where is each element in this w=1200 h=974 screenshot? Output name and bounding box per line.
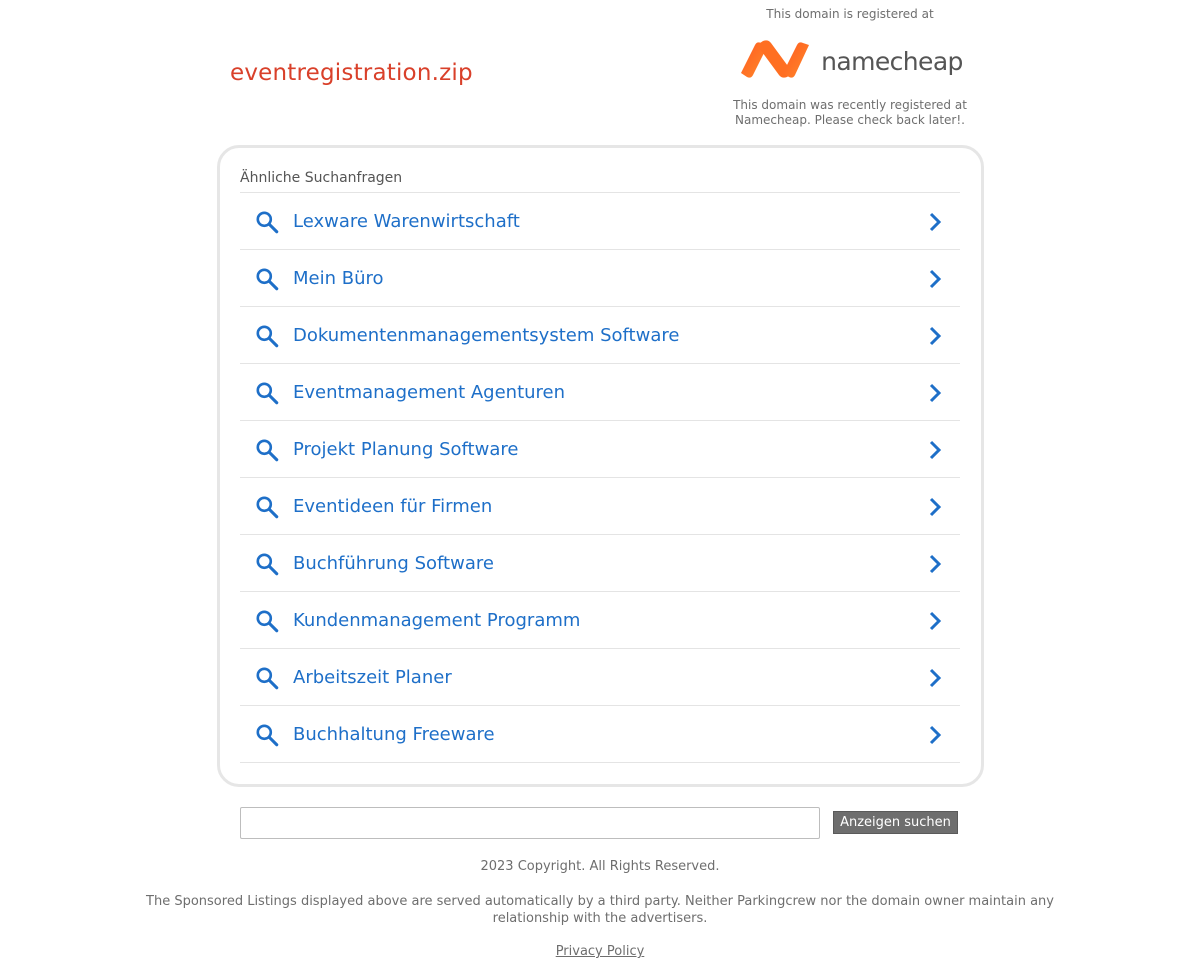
related-search-label: Lexware Warenwirtschaft	[293, 211, 520, 232]
chevron-right-icon	[929, 668, 942, 688]
related-search-link[interactable]: Eventideen für Firmen	[240, 478, 960, 535]
privacy-footer: Privacy Policy	[0, 944, 1200, 959]
chevron-right-icon	[929, 326, 942, 346]
domain-title: eventregistration.zip	[230, 60, 473, 86]
chevron-right-icon	[929, 611, 942, 631]
related-search-link[interactable]: Kundenmanagement Programm	[240, 592, 960, 649]
chevron-right-icon	[929, 269, 942, 289]
sponsored-disclaimer: The Sponsored Listings displayed above a…	[146, 894, 1054, 926]
related-search-link[interactable]: Lexware Warenwirtschaft	[240, 193, 960, 250]
registrar-top-note: This domain is registered at	[766, 7, 934, 21]
related-search-link[interactable]: Dokumentenmanagementsystem Software	[240, 307, 960, 364]
chevron-right-icon	[929, 383, 942, 403]
related-search-label: Kundenmanagement Programm	[293, 610, 581, 631]
logo-wordmark: namecheap	[821, 46, 963, 76]
related-search-link[interactable]: Buchführung Software	[240, 535, 960, 592]
related-search-label: Eventmanagement Agenturen	[293, 382, 566, 403]
related-search-label: Eventideen für Firmen	[293, 496, 493, 517]
search-icon	[256, 724, 279, 747]
search-icon	[256, 610, 279, 633]
search-icon	[256, 496, 279, 519]
chevron-right-icon	[929, 497, 942, 517]
related-search-link[interactable]: Buchhaltung Freeware	[240, 706, 960, 763]
parked-domain-page: eventregistration.zip This domain is reg…	[0, 0, 1200, 974]
registrar-box: This domain is registered at namecheap T…	[720, 6, 980, 128]
chevron-right-icon	[929, 212, 942, 232]
chevron-right-icon	[929, 554, 942, 574]
related-search-label: Projekt Planung Software	[293, 439, 519, 460]
related-search-link[interactable]: Projekt Planung Software	[240, 421, 960, 478]
search-icon	[256, 211, 279, 234]
namecheap-logo[interactable]: namecheap	[720, 24, 980, 94]
chevron-right-icon	[929, 440, 942, 460]
related-search-label: Arbeitszeit Planer	[293, 667, 452, 688]
chevron-right-icon	[929, 725, 942, 745]
ad-search-form: Anzeigen suchen	[240, 807, 960, 839]
related-search-link[interactable]: Arbeitszeit Planer	[240, 649, 960, 706]
related-search-label: Buchhaltung Freeware	[293, 724, 495, 745]
search-icon	[256, 439, 279, 462]
privacy-policy-link[interactable]: Privacy Policy	[556, 944, 645, 959]
search-icon	[256, 382, 279, 405]
ad-search-button[interactable]: Anzeigen suchen	[833, 811, 958, 834]
search-icon	[256, 553, 279, 576]
related-searches-panel: Ähnliche Suchanfragen Lexware Warenwirts…	[217, 145, 984, 787]
search-icon	[256, 268, 279, 291]
related-search-label: Mein Büro	[293, 268, 384, 289]
search-icon	[256, 325, 279, 348]
search-icon	[256, 667, 279, 690]
related-search-label: Buchführung Software	[293, 553, 494, 574]
copyright-text: 2023 Copyright. All Rights Reserved.	[480, 859, 720, 874]
namecheap-n-icon	[741, 40, 810, 78]
registrar-bottom-note: This domain was recently registered at N…	[733, 98, 967, 127]
ad-search-input[interactable]	[240, 807, 820, 839]
related-search-link[interactable]: Mein Büro	[240, 250, 960, 307]
related-search-link[interactable]: Eventmanagement Agenturen	[240, 364, 960, 421]
related-searches-heading: Ähnliche Suchanfragen	[240, 170, 403, 186]
related-searches-list: Lexware Warenwirtschaft Mein Büro Dokume…	[240, 192, 960, 763]
related-search-label: Dokumentenmanagementsystem Software	[293, 325, 680, 346]
